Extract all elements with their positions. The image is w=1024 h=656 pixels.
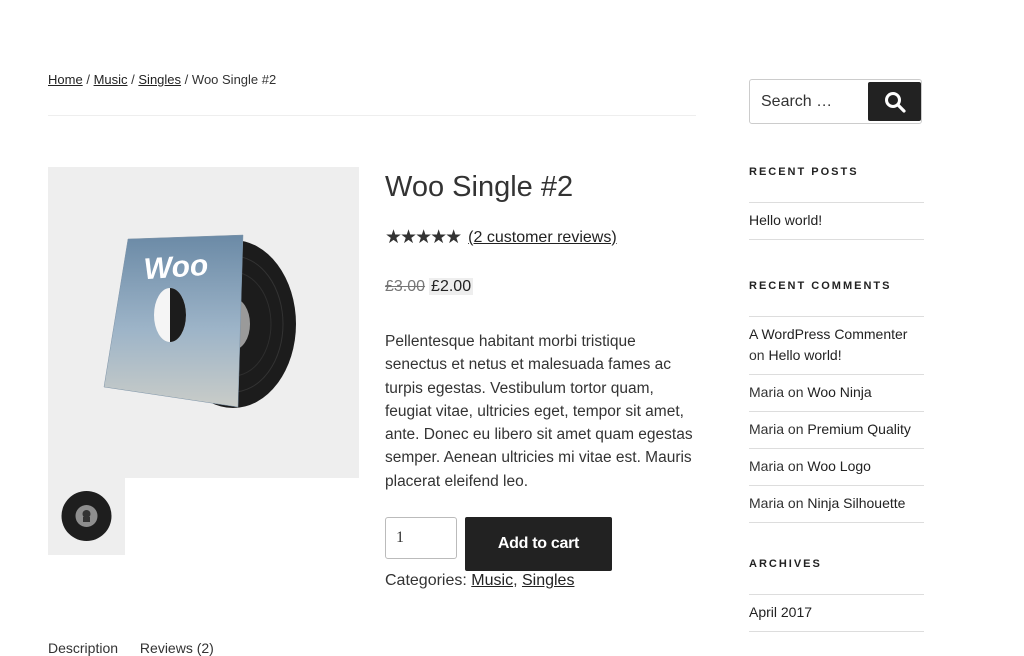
recent-comments-title: Recent Comments — [749, 280, 892, 292]
product-categories: Categories: Music, Singles — [385, 572, 574, 590]
breadcrumb-home-link[interactable]: Home — [48, 72, 83, 87]
product-thumbnail[interactable] — [48, 478, 125, 555]
comment-post-link[interactable]: Woo Ninja — [807, 384, 871, 400]
list-item: Maria on Ninja Silhouette — [749, 486, 924, 523]
list-item: A WordPress Commenter on Hello world! — [749, 317, 924, 375]
add-to-cart-form: Add to cart — [385, 517, 612, 571]
recent-post-link[interactable]: Hello world! — [749, 212, 822, 228]
product-main-image[interactable]: Woo — [48, 167, 359, 478]
breadcrumb-current: Woo Single #2 — [191, 72, 277, 87]
comment-post-link[interactable]: Ninja Silhouette — [807, 495, 905, 511]
price-original: £3.00 — [385, 278, 426, 295]
vinyl-record-image: Woo — [103, 234, 296, 408]
tab-description[interactable]: Description — [48, 640, 118, 656]
breadcrumb-separator: / — [131, 72, 135, 87]
price-sale: £2.00 — [429, 278, 474, 295]
add-to-cart-button[interactable]: Add to cart — [465, 517, 612, 571]
customer-reviews-link[interactable]: (2 customer reviews) — [468, 229, 616, 247]
breadcrumb-singles-link[interactable]: Singles — [138, 72, 181, 87]
search-icon — [884, 91, 906, 113]
breadcrumb-separator: / — [86, 72, 90, 87]
archives-title: Archives — [749, 558, 822, 570]
comment-author: Maria — [749, 384, 785, 400]
category-music-link[interactable]: Music — [471, 572, 513, 589]
list-item: Maria on Premium Quality — [749, 412, 924, 449]
recent-posts-list: Hello world! — [749, 202, 924, 240]
category-singles-link[interactable]: Singles — [522, 572, 574, 589]
comment-author-link[interactable]: A WordPress Commenter — [749, 326, 907, 342]
comment-on-text: on — [749, 347, 765, 363]
categories-separator: , — [513, 572, 518, 589]
search-form — [749, 79, 922, 124]
cover-text: Woo — [143, 249, 210, 286]
breadcrumb-divider — [48, 115, 696, 116]
comment-on-text: on — [787, 458, 804, 474]
categories-label: Categories: — [385, 572, 467, 589]
comment-author: Maria — [749, 421, 785, 437]
product-description: Pellentesque habitant morbi tristique se… — [385, 333, 693, 490]
vinyl-record-thumbnail — [61, 491, 112, 541]
archives-list: April 2017 — [749, 594, 924, 632]
product-summary: Woo Single #2 ★★★★★ (2 customer reviews)… — [385, 168, 695, 589]
breadcrumb-music-link[interactable]: Music — [94, 72, 128, 87]
list-item: Hello world! — [749, 203, 924, 240]
quantity-input[interactable] — [385, 517, 457, 559]
recent-posts-title: Recent Posts — [749, 166, 859, 178]
product-tabs: Description Reviews (2) — [48, 640, 232, 656]
archive-link[interactable]: April 2017 — [749, 604, 812, 620]
breadcrumb-separator: / — [184, 72, 189, 87]
product-price: £3.00 £2.00 — [385, 278, 474, 296]
recent-comments-list: A WordPress Commenter on Hello world! Ma… — [749, 316, 924, 523]
product-rating: ★★★★★ (2 customer reviews) — [385, 228, 617, 247]
search-button[interactable] — [868, 82, 921, 121]
breadcrumb: Home / Music / Singles / Woo Single #2 — [48, 72, 276, 87]
product-title: Woo Single #2 — [385, 171, 574, 203]
comment-post-link[interactable]: Premium Quality — [807, 421, 910, 437]
list-item: April 2017 — [749, 595, 924, 632]
comment-author: Maria — [749, 458, 785, 474]
tab-reviews[interactable]: Reviews (2) — [140, 640, 214, 656]
search-input[interactable] — [750, 80, 871, 123]
star-rating-icon: ★★★★★ — [385, 227, 462, 248]
comment-on-text: on — [787, 495, 804, 511]
comment-post-link[interactable]: Woo Logo — [807, 458, 871, 474]
comment-on-text: on — [787, 421, 804, 437]
comment-on-text: on — [787, 384, 804, 400]
list-item: Maria on Woo Logo — [749, 449, 924, 486]
comment-author: Maria — [749, 495, 785, 511]
list-item: Maria on Woo Ninja — [749, 375, 924, 412]
comment-post-link[interactable]: Hello world! — [768, 347, 841, 363]
